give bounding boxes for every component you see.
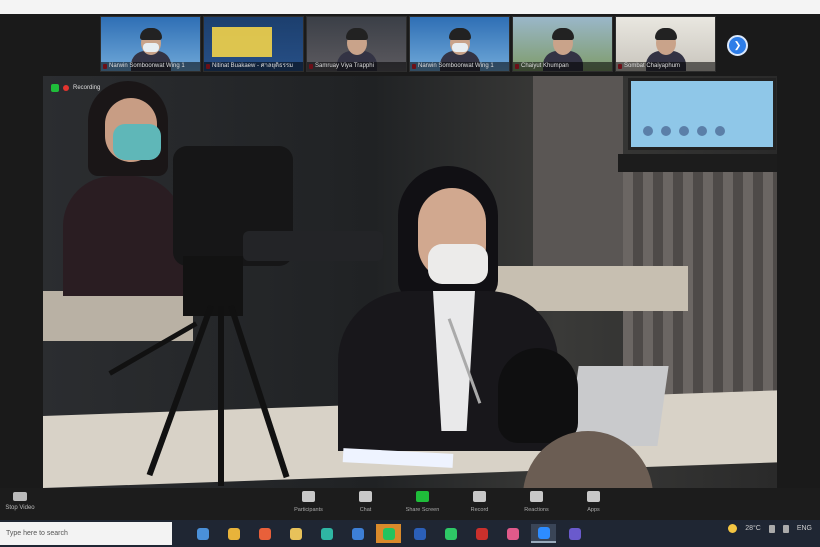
taskbar-app-mail[interactable] xyxy=(345,524,370,543)
security-icon xyxy=(51,84,59,92)
taskbar-app-firefox[interactable] xyxy=(252,524,277,543)
chat-button[interactable]: Chat xyxy=(337,491,394,513)
taskbar-app-paint[interactable] xyxy=(500,524,525,543)
participant-name: Samruay Viya Trapphi xyxy=(307,62,406,71)
firefox-icon xyxy=(258,527,271,540)
participant-thumbnail[interactable]: Samruay Viya Trapphi xyxy=(306,16,407,72)
tv-screen xyxy=(628,78,776,150)
system-tray: 28°C ENG xyxy=(728,524,812,533)
active-speaker-video: Recording xyxy=(43,76,777,488)
whatsapp-icon xyxy=(444,527,457,540)
folder-icon xyxy=(289,527,302,540)
recording-indicator: Recording xyxy=(51,84,100,92)
line-icon xyxy=(382,527,395,540)
network-icon[interactable] xyxy=(768,524,775,533)
participants-button[interactable]: Participants xyxy=(280,491,337,513)
participant-hair xyxy=(346,28,368,40)
participant-hair xyxy=(552,28,574,40)
recording-dot-icon xyxy=(63,85,69,91)
chevron-right-icon: ❯ xyxy=(733,40,742,50)
tripod-leg xyxy=(218,306,224,486)
toolbar-label: Apps xyxy=(587,507,600,513)
record-icon xyxy=(473,491,486,502)
left-desk xyxy=(43,291,193,341)
speaker-mask xyxy=(428,244,488,284)
tv-icons xyxy=(643,126,753,136)
share-screen-button[interactable]: Share Screen xyxy=(394,491,451,513)
bg-person-body xyxy=(63,176,183,296)
taskbar-app-file-explorer[interactable] xyxy=(190,524,215,543)
stop-video-button[interactable]: Stop Video xyxy=(4,492,36,511)
participant-thumbnail[interactable]: Narwin Somboonwat Wing 1 xyxy=(100,16,201,72)
reactions-icon xyxy=(530,491,543,502)
participant-hair xyxy=(449,28,471,40)
share-screen-icon xyxy=(416,491,429,502)
video-icon xyxy=(13,492,27,501)
sun-icon xyxy=(728,524,738,533)
taskbar-app-folder[interactable] xyxy=(283,524,308,543)
taskbar-app-teams[interactable] xyxy=(562,524,587,543)
teams-icon xyxy=(568,527,581,540)
taskbar-app-chrome[interactable] xyxy=(221,524,246,543)
foreground-head xyxy=(498,348,578,443)
meeting-toolbar: Stop Video Participants Chat Share Screen R… xyxy=(0,488,820,520)
title-strip xyxy=(0,0,820,14)
participant-thumbnail[interactable]: Sombat Chaiyaphum xyxy=(615,16,716,72)
participant-name: Narwin Somboonwat Wing 1 xyxy=(410,62,509,71)
chrome-icon xyxy=(227,527,240,540)
mail-icon xyxy=(351,527,364,540)
taskbar-app-line[interactable] xyxy=(376,524,401,543)
participant-name: Chaiyut Khumpan xyxy=(513,62,612,71)
record-button[interactable]: Record xyxy=(451,491,508,513)
participant-name: Sombat Chaiyaphum xyxy=(616,62,715,71)
pinned-apps xyxy=(190,524,587,543)
toolbar-label: Chat xyxy=(359,507,372,513)
toolbar-actions: Participants Chat Share Screen Record Reacti… xyxy=(280,491,622,513)
taskbar-app-zoom[interactable] xyxy=(531,524,556,543)
paint-icon xyxy=(506,527,519,540)
taskbar-app-pdf[interactable] xyxy=(469,524,494,543)
taskbar-app-whatsapp[interactable] xyxy=(438,524,463,543)
file-explorer-icon xyxy=(196,527,209,540)
participant-thumbnail[interactable]: Narwin Somboonwat Wing 1 xyxy=(409,16,510,72)
bg-person-mask xyxy=(113,124,161,160)
volume-icon[interactable] xyxy=(782,524,789,533)
next-page-button[interactable]: ❯ xyxy=(727,35,748,56)
slide-content xyxy=(212,27,272,57)
chat-icon xyxy=(359,491,372,502)
edge-icon xyxy=(320,527,333,540)
apps-icon xyxy=(587,491,600,502)
wall-panel xyxy=(533,76,623,296)
participant-thumbnail[interactable]: Chaiyut Khumpan xyxy=(512,16,613,72)
participant-strip: Narwin Somboonwat Wing 1 Nitinat Buakaew … xyxy=(100,16,716,72)
language-indicator[interactable]: ENG xyxy=(797,525,812,532)
reactions-button[interactable]: Reactions xyxy=(508,491,565,513)
weather-text[interactable]: 28°C xyxy=(745,525,761,532)
toolbar-label: Record xyxy=(470,507,489,513)
taskbar-app-edge[interactable] xyxy=(314,524,339,543)
participant-hair xyxy=(655,28,677,40)
toolbar-label: Share Screen xyxy=(405,507,440,513)
word-icon xyxy=(413,527,426,540)
participant-name: Nitinat Buakaew - ศาลยุติธรรม xyxy=(204,62,303,71)
participant-thumbnail[interactable]: Nitinat Buakaew - ศาลยุติธรรม xyxy=(203,16,304,72)
stop-video-label: Stop Video xyxy=(5,505,35,511)
zoom-meeting-window: Narwin Somboonwat Wing 1 Nitinat Buakaew … xyxy=(0,0,820,547)
recording-label: Recording xyxy=(73,85,101,91)
pdf-icon xyxy=(475,527,488,540)
participants-icon xyxy=(302,491,315,502)
toolbar-label: Reactions xyxy=(524,507,549,513)
toolbar-label: Participants xyxy=(294,507,323,513)
participant-hair xyxy=(140,28,162,40)
camera-lens xyxy=(243,231,383,261)
windows-taskbar: Type here to search 28°C ENG xyxy=(0,520,820,547)
apps-button[interactable]: Apps xyxy=(565,491,622,513)
participant-name: Narwin Somboonwat Wing 1 xyxy=(101,62,200,71)
taskbar-search-input[interactable]: Type here to search xyxy=(0,522,172,545)
zoom-icon xyxy=(537,526,550,539)
taskbar-app-word[interactable] xyxy=(407,524,432,543)
tv-stand xyxy=(618,154,777,172)
